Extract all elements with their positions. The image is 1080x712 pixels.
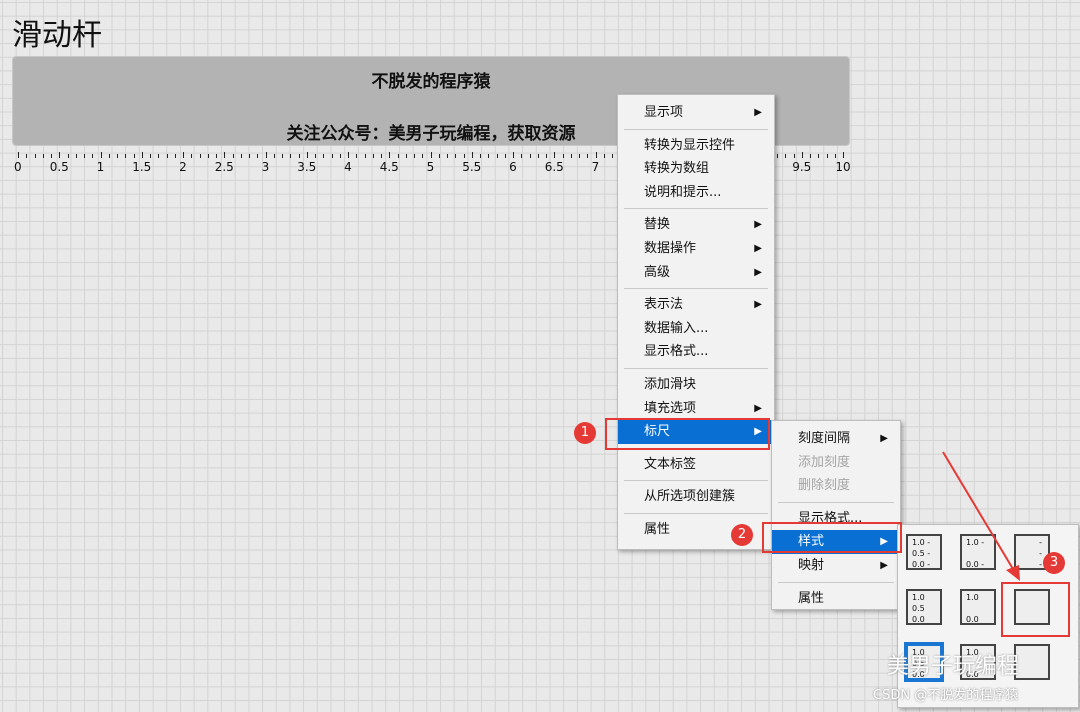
watermark-main: 美男子玩编程 [887, 654, 1020, 679]
watermark-sub: CSDN @不脱发的程序猿 [873, 688, 1019, 703]
annotation-arrow [942, 451, 1020, 581]
